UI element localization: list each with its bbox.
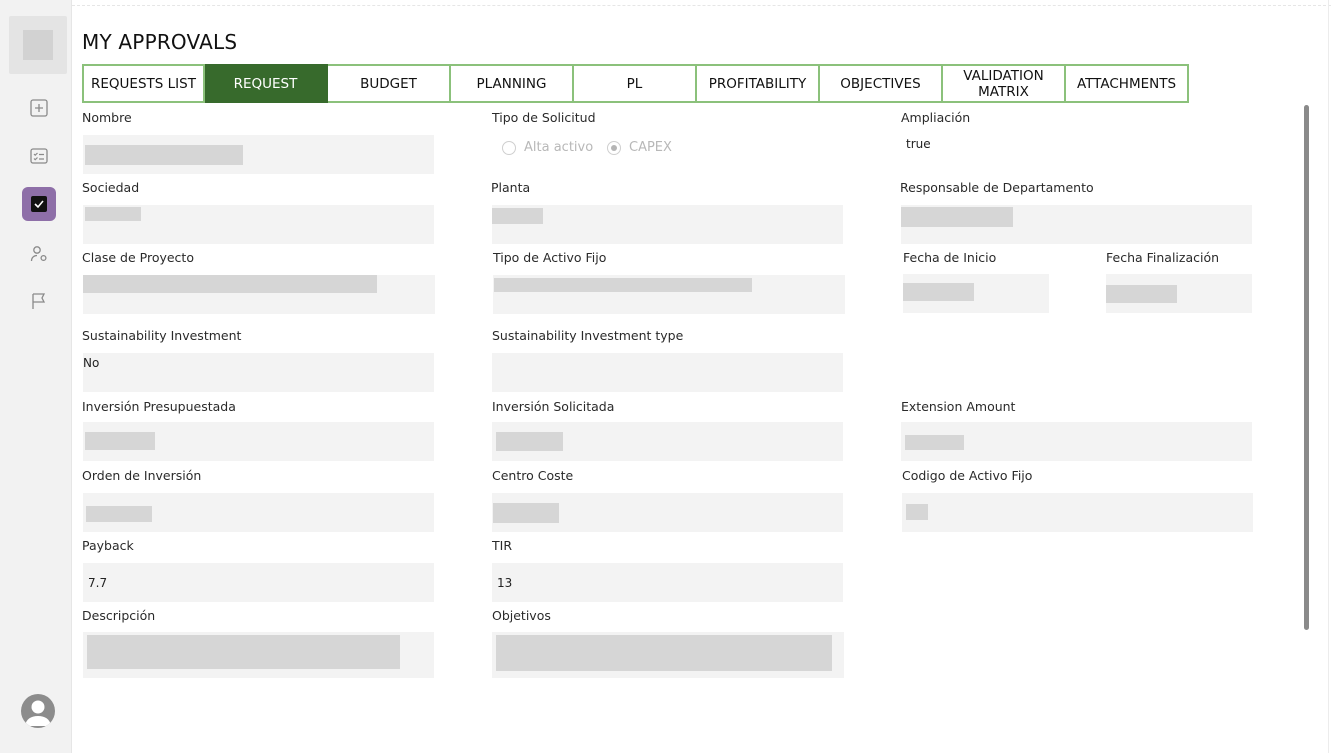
codigo-activo-field[interactable] bbox=[902, 493, 1253, 532]
redacted-value bbox=[496, 635, 832, 671]
fecha-inicio-label: Fecha de Inicio bbox=[903, 250, 997, 265]
avatar-icon bbox=[25, 700, 51, 726]
inv-solicitada-label: Inversión Solicitada bbox=[492, 399, 615, 414]
nombre-label: Nombre bbox=[82, 110, 132, 125]
inv-presupuestada-field[interactable] bbox=[83, 422, 434, 461]
fecha-fin-label: Fecha Finalización bbox=[1106, 250, 1220, 265]
sociedad-label: Sociedad bbox=[82, 180, 140, 195]
tir-label: TIR bbox=[492, 538, 513, 553]
checklist-icon bbox=[30, 148, 48, 164]
radio-alta-activo[interactable]: Alta activo bbox=[502, 140, 593, 155]
app-logo[interactable] bbox=[9, 16, 67, 74]
radio-dot-selected bbox=[607, 140, 621, 155]
sidebar-item-flag[interactable] bbox=[22, 284, 56, 318]
redacted-value bbox=[85, 432, 155, 450]
payback-field[interactable] bbox=[83, 563, 434, 602]
inv-solicitada-field[interactable] bbox=[492, 422, 843, 461]
redacted-value bbox=[494, 278, 752, 292]
redacted-value bbox=[86, 506, 152, 522]
ampliacion-label: Ampliación bbox=[901, 110, 971, 125]
right-border bbox=[1328, 0, 1329, 753]
responsable-field[interactable] bbox=[901, 205, 1252, 244]
tipo-activo-field[interactable] bbox=[493, 275, 845, 314]
objetivos-field[interactable] bbox=[492, 632, 844, 678]
radio-dot bbox=[502, 140, 516, 155]
redacted-value bbox=[85, 207, 141, 221]
planta-label: Planta bbox=[491, 180, 531, 195]
tipo-activo-label: Tipo de Activo Fijo bbox=[493, 250, 607, 265]
ampliacion-value: true bbox=[906, 137, 931, 151]
sust-inv-type-field[interactable] bbox=[492, 353, 843, 392]
payback-value: 7.7 bbox=[88, 576, 108, 590]
redacted-value bbox=[87, 635, 400, 669]
redacted-value bbox=[901, 207, 1013, 227]
sust-inv-label: Sustainability Investment bbox=[82, 328, 242, 343]
responsable-label: Responsable de Departamento bbox=[900, 180, 1094, 195]
planta-field[interactable] bbox=[492, 205, 843, 244]
clase-proyecto-label: Clase de Proyecto bbox=[82, 250, 194, 265]
tir-field[interactable] bbox=[492, 563, 843, 602]
redacted-value bbox=[492, 208, 543, 224]
tab-requests-list[interactable]: REQUESTS LIST bbox=[82, 64, 205, 103]
redacted-value bbox=[496, 432, 563, 451]
redacted-value bbox=[85, 145, 243, 165]
tab-bar: REQUESTS LIST REQUEST BUDGET PLANNING PL… bbox=[82, 64, 1189, 103]
radio-label: CAPEX bbox=[629, 140, 672, 155]
inv-presupuestada-label: Inversión Presupuestada bbox=[82, 399, 236, 414]
plus-square-icon bbox=[30, 99, 48, 117]
fecha-inicio-field[interactable] bbox=[903, 274, 1049, 313]
user-settings-icon bbox=[30, 246, 47, 262]
sidebar-item-user-settings[interactable] bbox=[22, 237, 56, 271]
descripcion-field[interactable] bbox=[83, 632, 434, 678]
payback-label: Payback bbox=[82, 538, 134, 553]
tab-request[interactable]: REQUEST bbox=[205, 64, 328, 103]
tipo-solicitud-label: Tipo de Solicitud bbox=[492, 110, 596, 125]
centro-coste-label: Centro Coste bbox=[492, 468, 574, 483]
orden-inversion-label: Orden de Inversión bbox=[82, 468, 202, 483]
redacted-value bbox=[903, 283, 974, 301]
tir-value: 13 bbox=[497, 576, 513, 590]
clase-proyecto-field[interactable] bbox=[83, 275, 435, 314]
top-strip bbox=[72, 0, 1331, 6]
radio-capex[interactable]: CAPEX bbox=[607, 140, 672, 155]
flag-icon bbox=[32, 293, 46, 309]
user-avatar[interactable] bbox=[21, 694, 55, 728]
tab-validation-matrix[interactable]: VALIDATION MATRIX bbox=[943, 64, 1066, 103]
main-content: MY APPROVALS REQUESTS LIST REQUEST BUDGE… bbox=[72, 0, 1331, 753]
orden-inversion-field[interactable] bbox=[83, 493, 434, 532]
sidebar-item-approvals[interactable] bbox=[22, 187, 56, 221]
sust-inv-field[interactable] bbox=[83, 353, 434, 392]
extension-amount-field[interactable] bbox=[901, 422, 1252, 461]
tab-objectives[interactable]: OBJECTIVES bbox=[820, 64, 943, 103]
descripcion-label: Descripción bbox=[82, 608, 156, 623]
fecha-fin-field[interactable] bbox=[1106, 274, 1252, 313]
extension-amount-label: Extension Amount bbox=[901, 399, 1016, 414]
radio-label: Alta activo bbox=[524, 140, 594, 155]
sidebar bbox=[0, 0, 72, 753]
codigo-activo-label: Codigo de Activo Fijo bbox=[902, 468, 1033, 483]
sidebar-item-requests[interactable] bbox=[22, 139, 56, 173]
tab-attachments[interactable]: ATTACHMENTS bbox=[1066, 64, 1189, 103]
centro-coste-field[interactable] bbox=[492, 493, 843, 532]
redacted-value bbox=[906, 504, 928, 520]
sust-inv-value: No bbox=[83, 356, 100, 370]
nombre-field[interactable] bbox=[83, 135, 434, 174]
objetivos-label: Objetivos bbox=[492, 608, 551, 623]
tab-planning[interactable]: PLANNING bbox=[451, 64, 574, 103]
tab-pl[interactable]: PL bbox=[574, 64, 697, 103]
vertical-scrollbar[interactable] bbox=[1304, 105, 1309, 630]
sust-inv-type-label: Sustainability Investment type bbox=[492, 328, 684, 343]
checkbox-icon bbox=[31, 196, 47, 212]
redacted-value bbox=[1106, 285, 1177, 303]
sociedad-field[interactable] bbox=[83, 205, 434, 244]
sidebar-item-new-request[interactable] bbox=[22, 91, 56, 125]
redacted-value bbox=[905, 435, 964, 450]
redacted-value bbox=[493, 503, 559, 523]
tab-profitability[interactable]: PROFITABILITY bbox=[697, 64, 820, 103]
page-title: MY APPROVALS bbox=[82, 30, 238, 54]
tab-budget[interactable]: BUDGET bbox=[328, 64, 451, 103]
redacted-value bbox=[83, 275, 377, 293]
logo-mark bbox=[23, 30, 53, 60]
